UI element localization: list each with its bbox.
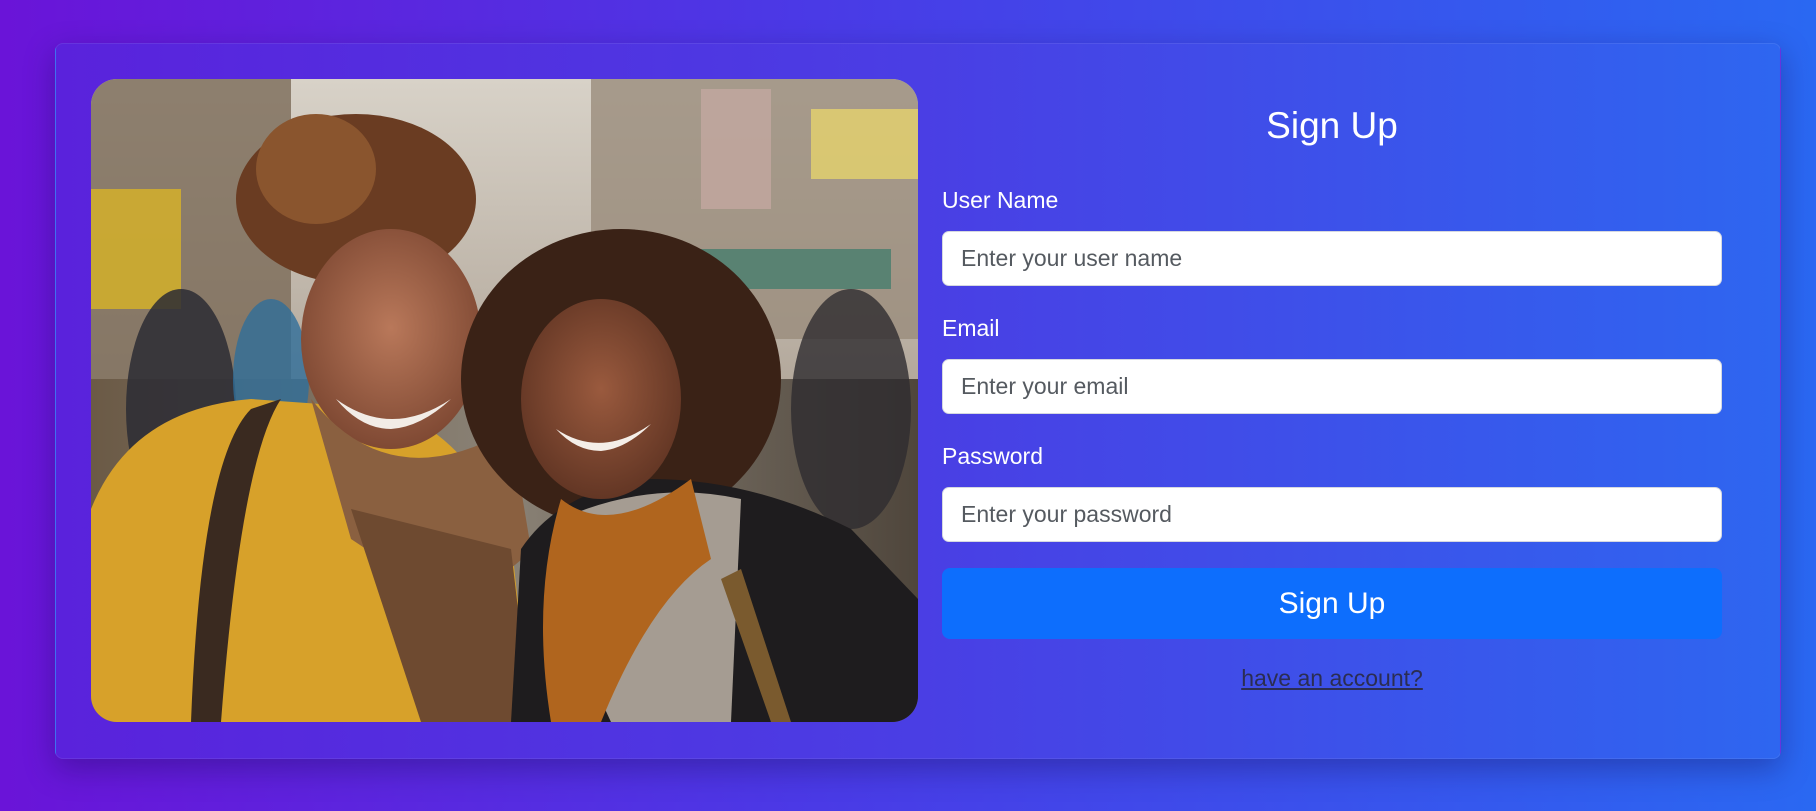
email-input[interactable] (942, 359, 1722, 414)
hero-photo (91, 79, 918, 722)
signup-form: Sign Up User Name Email Password Sign Up… (942, 79, 1722, 722)
password-label: Password (942, 443, 1043, 469)
account-link-wrap: have an account? (942, 665, 1722, 692)
signup-button[interactable]: Sign Up (942, 568, 1722, 639)
email-label: Email (942, 315, 1000, 341)
form-title: Sign Up (1266, 105, 1398, 146)
username-input[interactable] (942, 231, 1722, 286)
password-input[interactable] (942, 487, 1722, 542)
have-account-link[interactable]: have an account? (1241, 665, 1423, 691)
username-label: User Name (942, 187, 1059, 213)
